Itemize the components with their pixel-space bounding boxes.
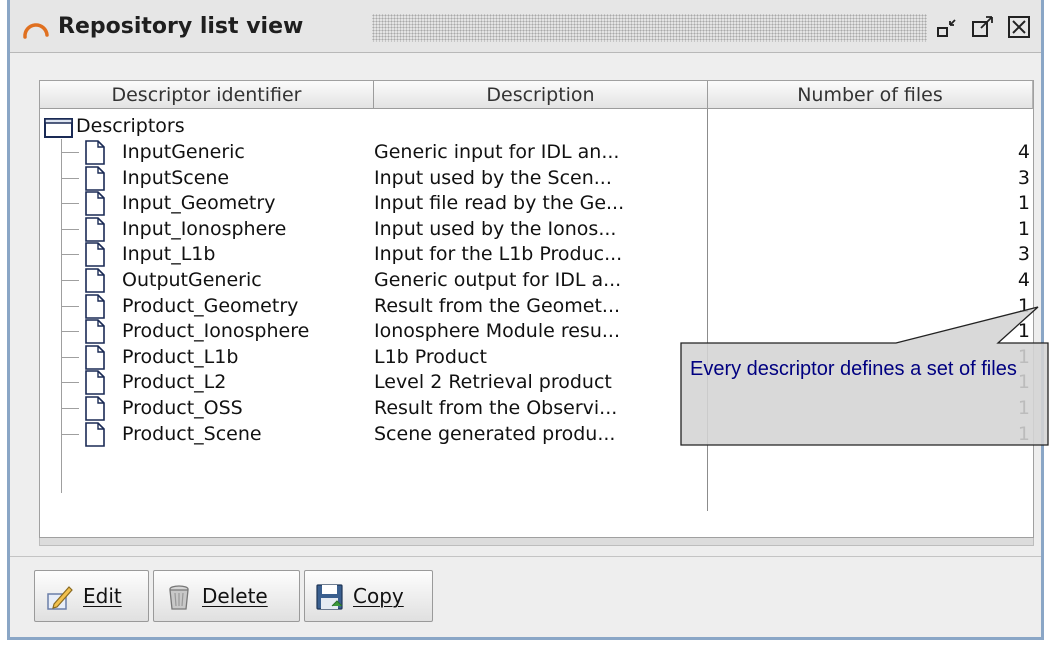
table-row[interactable]: Input_L1b Input for the L1b Produc... 3 — [40, 241, 1033, 268]
document-icon — [85, 293, 105, 319]
document-icon — [85, 370, 105, 396]
descriptor-id-cell: Product_Scene — [122, 422, 262, 445]
document-icon — [85, 421, 105, 447]
tree-connector — [61, 254, 79, 256]
document-icon — [85, 344, 105, 370]
document-icon — [85, 140, 105, 165]
descriptor-id-cell: Input_Ionosphere — [122, 217, 287, 240]
arc-app-icon — [23, 23, 49, 39]
descriptor-id-cell: OutputGeneric — [122, 269, 262, 291]
file-count-cell: 3 — [1017, 166, 1030, 189]
edit-button[interactable]: Edit — [34, 570, 149, 622]
document-icon — [85, 191, 105, 216]
descriptor-id-cell: InputScene — [122, 166, 230, 189]
horizontal-scrollbar[interactable] — [39, 538, 1034, 546]
descriptor-id-cell: Product_Geometry — [122, 294, 299, 317]
column-header-description[interactable]: Description — [374, 81, 708, 109]
description-cell: Result from the Observi... — [374, 397, 618, 419]
file-count-cell: 1 — [1017, 422, 1030, 445]
close-icon[interactable] — [1004, 12, 1034, 42]
floppy-disk-icon — [316, 584, 343, 610]
table-row[interactable]: InputScene Input used by the Scen... 3 — [40, 165, 1033, 191]
description-cell: Input used by the Scen... — [374, 166, 612, 189]
description-cell: Generic input for IDL an... — [374, 141, 620, 163]
description-cell: Level 2 Retrieval product — [374, 371, 612, 394]
description-cell: Scene generated produ... — [374, 422, 616, 445]
file-count-cell: 1 — [1017, 294, 1030, 317]
column-header-number-of-files[interactable]: Number of files — [708, 81, 1033, 109]
maximize-icon[interactable] — [968, 12, 998, 42]
title-bar[interactable]: Repository list view — [10, 0, 1041, 53]
copy-button-label: Copy — [353, 584, 404, 608]
tree-connector — [61, 331, 79, 333]
tree-connector — [61, 305, 79, 307]
tree-root-label: Descriptors — [76, 115, 185, 137]
delete-button-label: Delete — [202, 584, 268, 608]
tree-connector — [61, 280, 79, 281]
tree-connector — [61, 433, 79, 435]
tree-connector — [61, 228, 79, 230]
description-cell: Generic output for IDL a... — [374, 269, 622, 291]
descriptor-tree-table[interactable]: Descriptor identifier Description Number… — [39, 80, 1034, 538]
delete-button[interactable]: Delete — [153, 570, 300, 622]
tree-connector — [61, 203, 79, 205]
descriptor-id-cell: Product_L2 — [122, 371, 227, 394]
repository-list-window: Repository list view Descriptor identifi… — [7, 0, 1044, 640]
description-cell: L1b Product — [374, 345, 487, 368]
file-count-cell: 1 — [1017, 320, 1030, 343]
table-row[interactable]: Product_OSS Result from the Observi... 1 — [40, 395, 1033, 421]
table-row[interactable]: OutputGeneric Generic output for IDL a...… — [40, 267, 1033, 293]
descriptor-id-cell: Input_L1b — [122, 243, 216, 266]
table-row[interactable]: Input_Ionosphere Input used by the Ionos.… — [40, 216, 1033, 242]
descriptor-id-cell: InputGeneric — [122, 141, 245, 163]
folder-icon — [44, 118, 73, 138]
table-row[interactable]: InputGeneric Generic input for IDL an... 4 — [40, 139, 1033, 165]
callout-text: Every descriptor defines a set of files — [690, 358, 1017, 380]
document-icon — [85, 396, 105, 421]
table-row[interactable]: Product_Geometry Result from the Geomet..… — [40, 293, 1033, 319]
description-cell: Result from the Geomet... — [374, 294, 621, 317]
description-cell: Input for the L1b Produc... — [374, 243, 623, 266]
document-icon — [85, 242, 105, 268]
table-row[interactable]: Product_Scene Scene generated produ... 1 — [40, 421, 1033, 447]
tree-connector — [61, 408, 79, 409]
column-header-descriptor-identifier[interactable]: Descriptor identifier — [40, 81, 374, 109]
document-icon — [85, 216, 105, 242]
edit-button-label: Edit — [83, 584, 122, 608]
description-cell: Input used by the Ionos... — [374, 217, 617, 240]
minimize-icon[interactable] — [933, 12, 963, 42]
document-icon — [85, 319, 105, 344]
divider — [10, 556, 1041, 557]
trash-icon — [169, 585, 189, 610]
file-count-cell: 1 — [1017, 397, 1030, 419]
file-count-cell: 1 — [1017, 192, 1030, 215]
table-row[interactable]: Product_Ionosphere Ionosphere Module resu… — [40, 318, 1033, 344]
descriptor-id-cell: Product_OSS — [122, 397, 243, 419]
file-count-cell: 4 — [1017, 269, 1030, 291]
window-title: Repository list view — [58, 14, 304, 39]
title-bar-grip[interactable] — [372, 14, 927, 42]
description-cell: Input file read by the Ge... — [374, 192, 625, 215]
copy-button[interactable]: Copy — [304, 570, 433, 622]
tree-connector — [61, 382, 79, 384]
tree-connector — [61, 152, 79, 153]
table-row[interactable]: Input_Geometry Input file read by the Ge.… — [40, 190, 1033, 216]
tree-connector — [61, 177, 79, 179]
document-icon — [85, 268, 105, 293]
document-icon — [85, 165, 105, 191]
description-cell: Ionosphere Module resu... — [374, 320, 620, 343]
file-count-cell: 4 — [1017, 141, 1030, 163]
edit-icon — [47, 586, 73, 610]
descriptor-id-cell: Input_Geometry — [122, 192, 276, 215]
descriptor-id-cell: Product_Ionosphere — [122, 320, 310, 343]
file-count-cell: 3 — [1017, 243, 1030, 266]
descriptor-id-cell: Product_L1b — [122, 345, 239, 368]
file-count-cell: 1 — [1017, 217, 1030, 240]
tree-connector — [61, 356, 79, 358]
